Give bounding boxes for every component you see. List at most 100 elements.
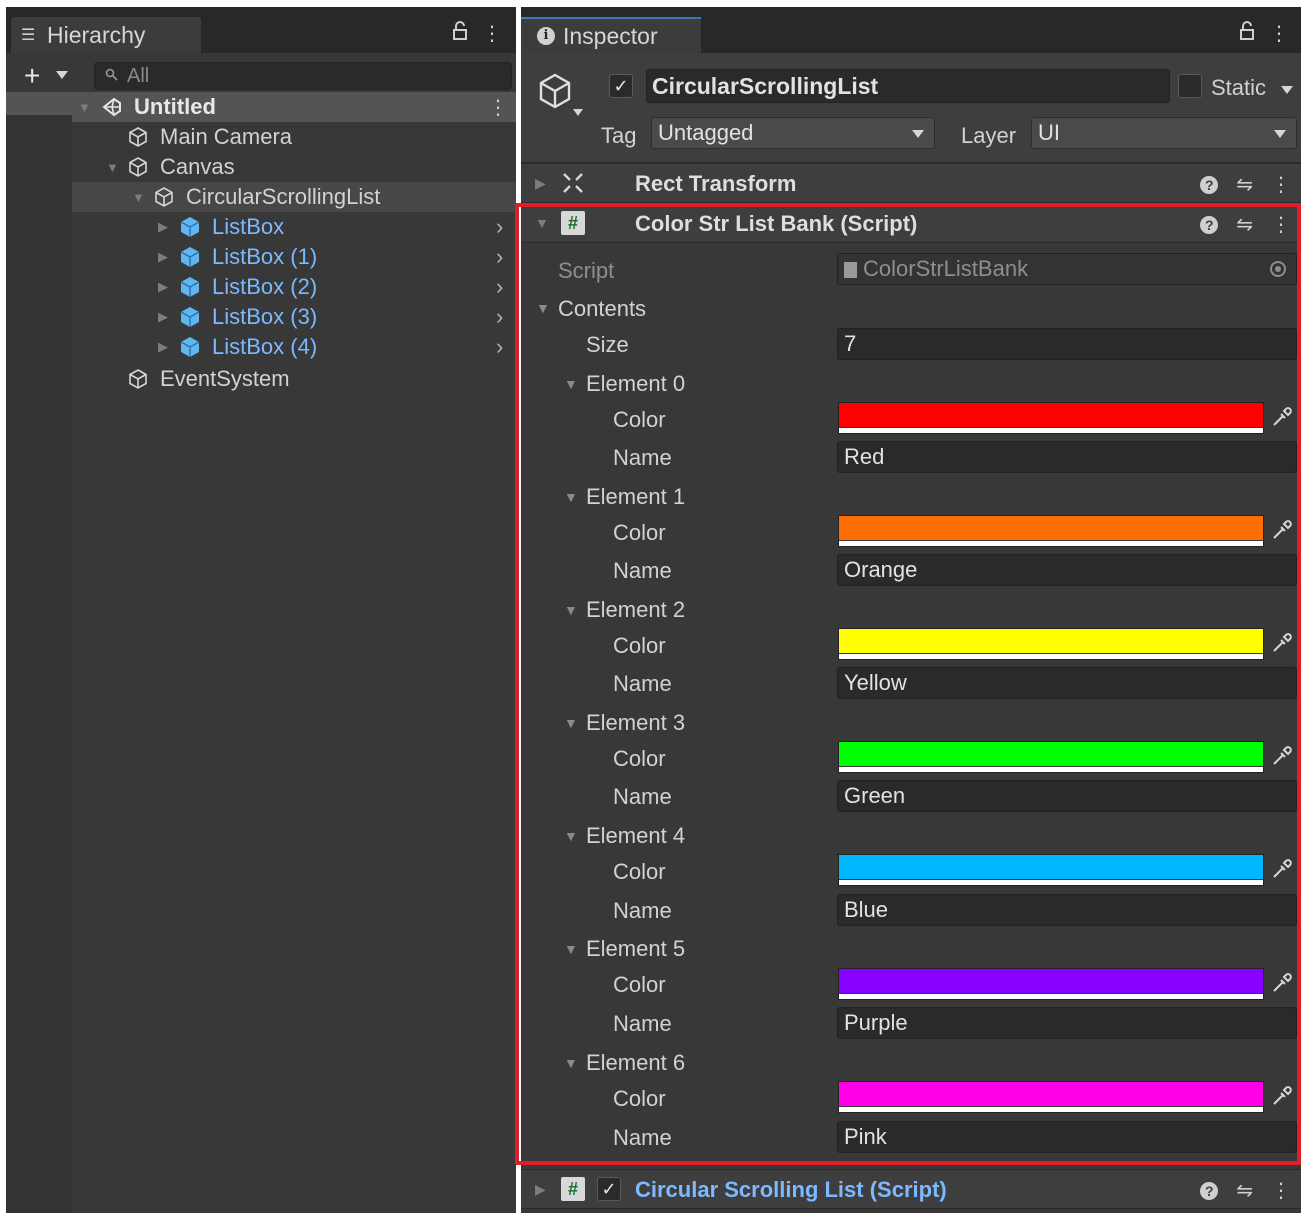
create-plus-button[interactable]: + — [24, 61, 40, 91]
expand-arrow-icon[interactable]: ▼ — [564, 376, 578, 392]
create-dropdown-caret-icon[interactable] — [56, 71, 68, 79]
help-icon[interactable]: ? — [1200, 175, 1219, 194]
color-field[interactable] — [838, 402, 1264, 434]
expand-arrow-icon[interactable]: ▼ — [132, 190, 145, 205]
static-checkbox[interactable] — [1178, 74, 1202, 98]
name-input[interactable]: Pink — [837, 1121, 1297, 1153]
expand-arrow-icon[interactable]: ▼ — [106, 160, 119, 175]
contents-label[interactable]: Contents — [558, 296, 646, 322]
static-dropdown-caret-icon[interactable] — [1281, 86, 1293, 94]
preset-sliders-icon[interactable]: ⇋ — [1236, 172, 1253, 197]
name-input[interactable]: Purple — [837, 1007, 1297, 1039]
lock-icon[interactable] — [1239, 21, 1255, 47]
eyedropper-icon[interactable] — [1271, 972, 1295, 996]
eyedropper-icon[interactable] — [1271, 632, 1295, 656]
tree-row-listbox-2[interactable]: ▶ ListBox (2) › — [6, 272, 516, 302]
eyedropper-icon[interactable] — [1271, 406, 1295, 430]
kebab-menu-icon[interactable]: ⋮ — [1271, 212, 1291, 237]
layer-dropdown[interactable]: UI — [1031, 117, 1297, 149]
gameobject-large-icon[interactable] — [535, 71, 575, 116]
expand-arrow-icon[interactable]: ▼ — [564, 715, 578, 731]
hierarchy-tab[interactable]: ☰ Hierarchy — [11, 17, 201, 53]
tree-row-main-camera[interactable]: Main Camera — [6, 122, 516, 152]
tree-row-circular-scrolling-list[interactable]: ▼ CircularScrollingList — [72, 182, 516, 212]
kebab-menu-icon[interactable]: ⋮ — [482, 21, 502, 47]
chevron-right-icon[interactable]: › — [496, 274, 503, 300]
eyedropper-icon[interactable] — [1271, 1085, 1295, 1109]
color-bank-header[interactable]: ▼ # Color Str List Bank (Script) ? ⇋ ⋮ — [521, 203, 1301, 243]
name-input[interactable]: Blue — [837, 894, 1297, 926]
script-hash-icon: # — [561, 1177, 585, 1201]
collapse-arrow-icon[interactable]: ▶ — [535, 175, 546, 192]
expand-arrow-icon[interactable]: ▼ — [564, 602, 578, 618]
collapse-arrow-icon[interactable]: ▶ — [158, 219, 168, 235]
element-label[interactable]: Element 0 — [586, 371, 685, 397]
eyedropper-icon[interactable] — [1271, 858, 1295, 882]
help-icon[interactable]: ? — [1200, 1181, 1219, 1200]
active-checkbox[interactable]: ✓ — [609, 74, 633, 98]
script-object-field[interactable]: ColorStrListBank — [837, 253, 1297, 285]
collapse-arrow-icon[interactable]: ▶ — [158, 339, 168, 355]
tree-row-listbox[interactable]: ▶ ListBox › — [6, 212, 516, 242]
element-label[interactable]: Element 1 — [586, 484, 685, 510]
tree-row-listbox-3[interactable]: ▶ ListBox (3) › — [6, 302, 516, 332]
hierarchy-tab-label: Hierarchy — [47, 21, 146, 48]
name-input[interactable]: Orange — [837, 554, 1297, 586]
chevron-right-icon[interactable]: › — [496, 214, 503, 240]
tree-row-listbox-4[interactable]: ▶ ListBox (4) › — [6, 332, 516, 362]
eyedropper-icon[interactable] — [1271, 745, 1295, 769]
color-field[interactable] — [838, 854, 1264, 886]
expand-arrow-icon[interactable]: ▼ — [536, 300, 550, 316]
color-field[interactable] — [838, 515, 1264, 547]
chevron-right-icon[interactable]: › — [496, 244, 503, 270]
name-input[interactable]: Yellow — [837, 667, 1297, 699]
name-input[interactable]: Red — [837, 441, 1297, 473]
expand-arrow-icon[interactable]: ▼ — [535, 215, 549, 231]
color-field[interactable] — [838, 628, 1264, 660]
help-icon[interactable]: ? — [1200, 215, 1219, 234]
element-label[interactable]: Element 6 — [586, 1050, 685, 1076]
collapse-arrow-icon[interactable]: ▶ — [158, 279, 168, 295]
scene-kebab-menu-icon[interactable]: ⋮ — [488, 95, 508, 120]
object-picker-icon[interactable] — [1270, 261, 1286, 277]
expand-arrow-icon[interactable]: ▼ — [78, 100, 91, 115]
expand-arrow-icon[interactable]: ▼ — [564, 828, 578, 844]
kebab-menu-icon[interactable]: ⋮ — [1269, 21, 1289, 47]
kebab-menu-icon[interactable]: ⋮ — [1271, 172, 1291, 197]
expand-arrow-icon[interactable]: ▼ — [564, 1055, 578, 1071]
color-field[interactable] — [838, 741, 1264, 773]
expand-arrow-icon[interactable]: ▼ — [564, 489, 578, 505]
tree-row-canvas[interactable]: ▼ Canvas — [6, 152, 516, 182]
collapse-arrow-icon[interactable]: ▶ — [158, 309, 168, 325]
element-label[interactable]: Element 5 — [586, 936, 685, 962]
kebab-menu-icon[interactable]: ⋮ — [1271, 1178, 1291, 1203]
circular-list-header[interactable]: ▶ # ✓ Circular Scrolling List (Script) ?… — [521, 1169, 1301, 1209]
color-field[interactable] — [838, 1081, 1264, 1113]
eyedropper-icon[interactable] — [1271, 519, 1295, 543]
collapse-arrow-icon[interactable]: ▶ — [535, 1181, 546, 1198]
rect-transform-header[interactable]: ▶ Rect Transform ? ⇋ ⋮ — [521, 163, 1301, 203]
element-label[interactable]: Element 2 — [586, 597, 685, 623]
name-input[interactable]: Green — [837, 780, 1297, 812]
chevron-right-icon[interactable]: › — [496, 334, 503, 360]
lock-icon[interactable] — [452, 21, 468, 47]
preset-sliders-icon[interactable]: ⇋ — [1236, 212, 1253, 237]
expand-arrow-icon[interactable]: ▼ — [564, 941, 578, 957]
inspector-tab[interactable]: i Inspector — [521, 17, 701, 53]
color-field[interactable] — [838, 968, 1264, 1000]
tree-row-listbox-1[interactable]: ▶ ListBox (1) › — [6, 242, 516, 272]
element-label[interactable]: Element 4 — [586, 823, 685, 849]
chevron-right-icon[interactable]: › — [496, 304, 503, 330]
tag-dropdown[interactable]: Untagged — [651, 117, 935, 149]
icon-dropdown-caret-icon[interactable] — [573, 109, 583, 116]
hierarchy-search-input[interactable]: All — [94, 62, 512, 90]
object-name-input[interactable]: CircularScrollingList — [646, 69, 1170, 103]
tree-row-event-system[interactable]: EventSystem — [6, 364, 516, 394]
tree-row-scene[interactable]: ▼ Untitled ⋮ — [6, 92, 516, 122]
component-enabled-checkbox[interactable]: ✓ — [597, 1177, 621, 1201]
collapse-arrow-icon[interactable]: ▶ — [158, 249, 168, 265]
size-input[interactable]: 7 — [837, 328, 1297, 360]
static-label[interactable]: Static — [1211, 75, 1266, 101]
element-label[interactable]: Element 3 — [586, 710, 685, 736]
preset-sliders-icon[interactable]: ⇋ — [1236, 1178, 1253, 1203]
